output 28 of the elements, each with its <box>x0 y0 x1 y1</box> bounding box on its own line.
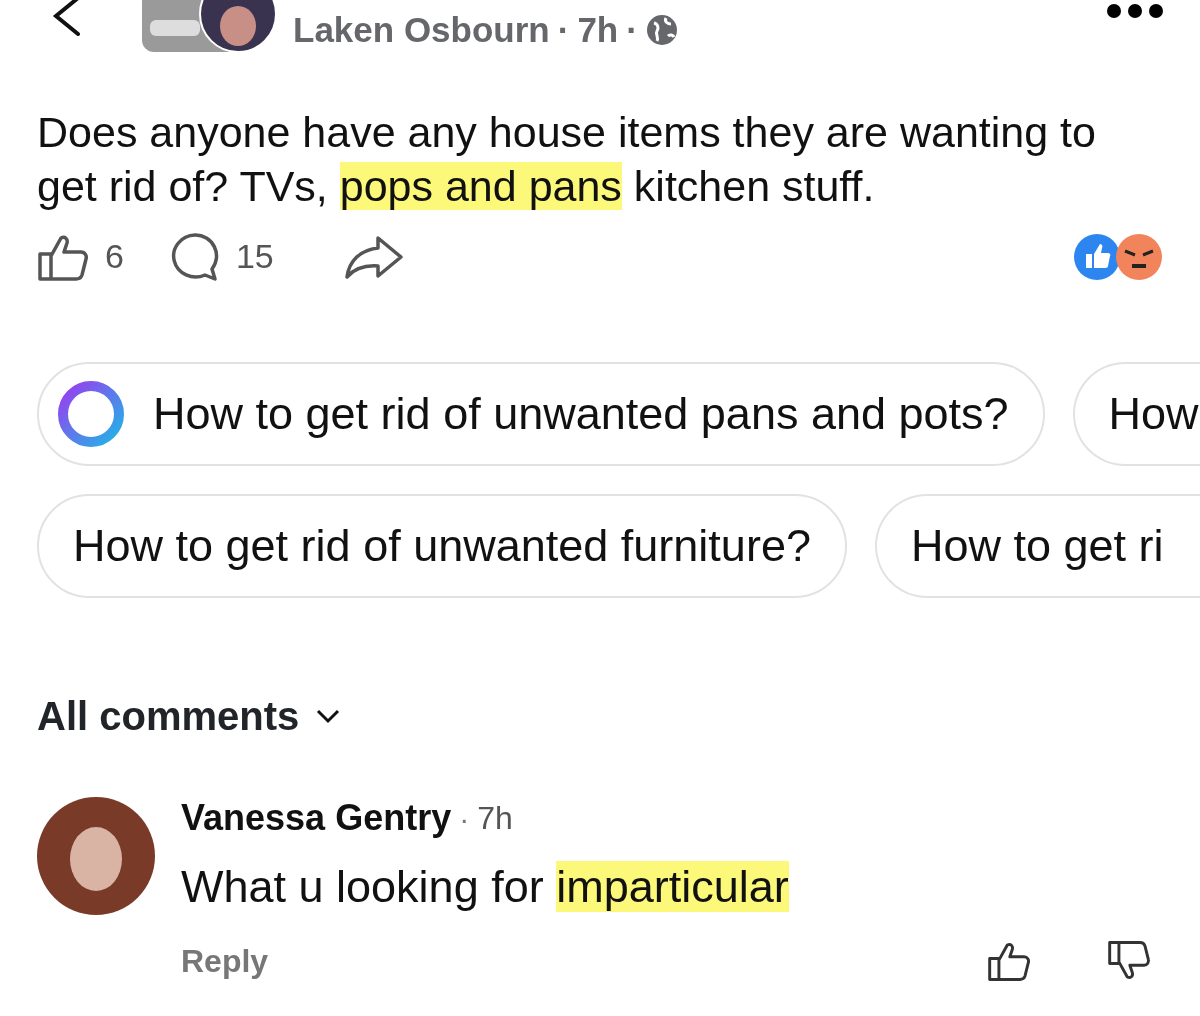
suggestion-chip[interactable]: How to get rid of unwanted furniture? <box>37 494 847 598</box>
comments-filter-button[interactable]: All comments <box>37 686 342 746</box>
commenter-name[interactable]: Vanessa Gentry <box>181 791 452 845</box>
reply-link[interactable]: Reply <box>181 936 269 985</box>
angry-reaction-icon <box>1115 232 1163 281</box>
separator-dot: · <box>626 8 638 51</box>
post-text: Does anyone have any house items they are wanting to get rid of? TVs, pops and pans kitchen stuff. <box>36 107 1097 212</box>
comment-count: 15 <box>235 236 274 277</box>
share-icon[interactable] <box>343 234 404 279</box>
comment-icon[interactable] <box>169 231 220 282</box>
author-name[interactable]: Laken Osbourn <box>293 3 550 57</box>
avatar-icon[interactable] <box>37 797 155 915</box>
more-options-icon[interactable] <box>1107 4 1163 18</box>
back-icon[interactable] <box>50 0 82 36</box>
separator-dot: · <box>557 8 570 51</box>
suggestion-chip[interactable]: How <box>1072 362 1200 466</box>
suggestion-chip[interactable]: How to get ri <box>874 494 1200 598</box>
suggestion-chip[interactable]: How to get rid of unwanted pans and pots? <box>37 362 1045 466</box>
like-count: 6 <box>105 236 124 277</box>
separator-dot: · <box>459 800 470 837</box>
ai-ring-icon <box>55 378 127 450</box>
comment-time: 7h <box>477 799 513 838</box>
chevron-down-icon <box>315 708 342 724</box>
comment-text: What u looking for imparticular <box>181 860 790 914</box>
post-time: 7h <box>577 8 619 51</box>
like-reaction-icon <box>1073 232 1121 281</box>
globe-icon <box>645 14 678 46</box>
dislike-icon[interactable] <box>1107 939 1151 982</box>
